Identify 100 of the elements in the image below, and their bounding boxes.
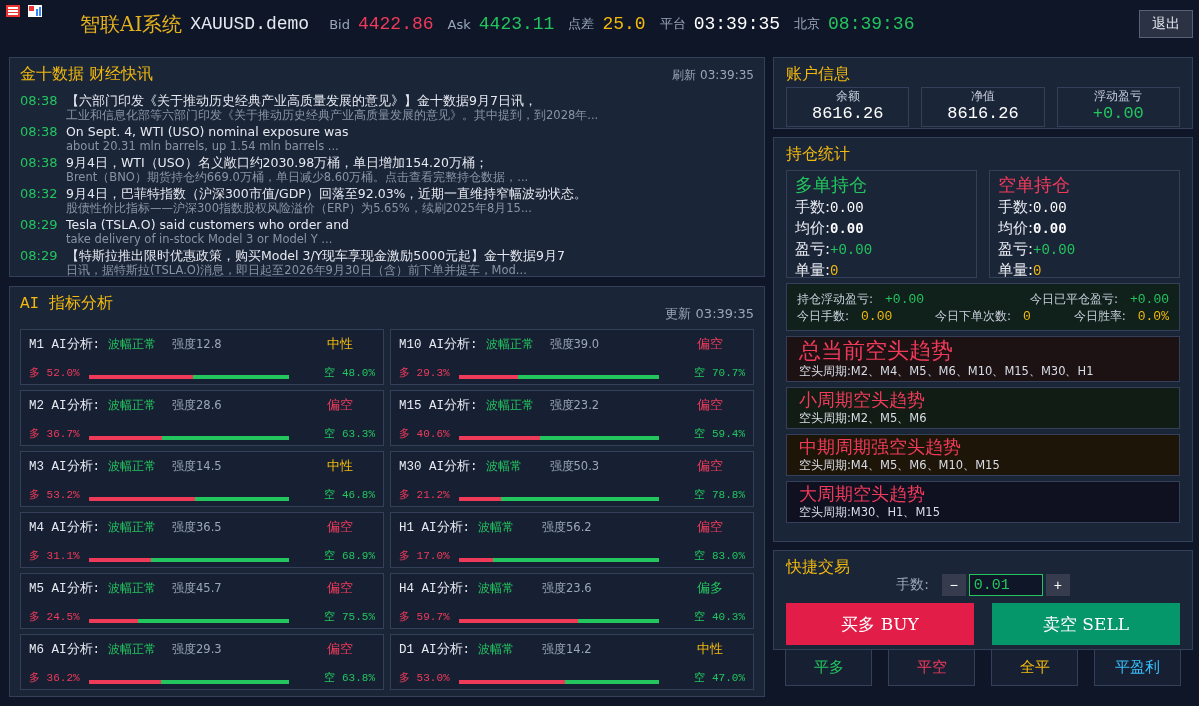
volatility-status: 波幅常 bbox=[478, 519, 515, 535]
news-time: 08:38 bbox=[20, 155, 58, 172]
short-percent: 空 63.3% bbox=[324, 426, 375, 441]
trend-periods: 空头周期:M2、M5、M6 bbox=[799, 411, 928, 426]
news-summary: take delivery of in-stock Model 3 or Model Y ... bbox=[66, 232, 334, 246]
position-value: 0 bbox=[830, 262, 839, 281]
close-position-button[interactable]: 平多 bbox=[785, 649, 872, 686]
panel-title: 金十数据 财经快讯 bbox=[20, 64, 154, 85]
close-position-button[interactable]: 平空 bbox=[888, 649, 975, 686]
timeframe-label: D1 AI分析: bbox=[399, 641, 470, 658]
account-value: +0.00 bbox=[1092, 105, 1144, 123]
volatility-status: 波幅正常 bbox=[485, 397, 535, 413]
close-position-button[interactable]: 平盈利 bbox=[1094, 649, 1181, 686]
strength-value: 强度39.0 bbox=[549, 336, 600, 352]
quote-value: 03:39:35 bbox=[693, 14, 781, 34]
bias-label: 偏空 bbox=[327, 579, 353, 597]
position-value: 0.00 bbox=[1033, 220, 1067, 239]
volatility-status: 波幅正常 bbox=[108, 397, 157, 413]
strength-value: 强度56.2 bbox=[542, 519, 592, 535]
lots-input[interactable]: 0.01 bbox=[968, 574, 1043, 596]
strength-value: 强度29.3 bbox=[172, 641, 222, 657]
long-percent: 多 21.2% bbox=[399, 487, 451, 502]
close-position-button[interactable]: 全平 bbox=[991, 649, 1078, 686]
stat-value: 0 bbox=[1023, 309, 1031, 324]
bias-label: 偏空 bbox=[697, 396, 723, 414]
account-label: 净值 bbox=[971, 88, 995, 105]
bias-label: 偏空 bbox=[697, 457, 723, 475]
stat-value: +0.00 bbox=[885, 292, 925, 307]
app-title: 智联AI系统 bbox=[80, 10, 183, 38]
bias-label: 偏空 bbox=[697, 335, 723, 353]
timeframe-label: M3 AI分析: bbox=[29, 458, 100, 475]
strength-value: 强度14.5 bbox=[172, 458, 222, 474]
news-headline[interactable]: Tesla (TSLA.O) said customers who order and bbox=[66, 217, 349, 232]
refresh-time: 刷新 03:39:35 bbox=[672, 67, 754, 84]
timeframe-label: H4 AI分析: bbox=[399, 580, 470, 597]
news-headline[interactable]: 【特斯拉推出限时优惠政策，购买Model 3/Y现车享现金激励5000元起】金十数据9月7 bbox=[66, 248, 566, 263]
position-title: 多单持仓 bbox=[795, 173, 868, 197]
decrease-button[interactable]: − bbox=[941, 574, 966, 596]
panel-title: 账户信息 bbox=[786, 64, 851, 85]
position-label: 均价: bbox=[998, 218, 1034, 238]
trend-periods: 空头周期:M2、M4、M5、M6、M10、M15、M30、H1 bbox=[799, 364, 1095, 379]
trend-periods: 空头周期:M30、H1、M15 bbox=[799, 505, 941, 520]
timeframe-label: M2 AI分析: bbox=[29, 397, 100, 414]
stat-label: 今日下单次数: bbox=[935, 308, 1012, 325]
trend-title: 大周期空头趋势 bbox=[799, 483, 926, 505]
news-time: 08:29 bbox=[20, 217, 58, 234]
quote-label: Bid bbox=[329, 16, 350, 32]
short-percent: 空 78.8% bbox=[694, 487, 745, 502]
position-value: 0.00 bbox=[1033, 199, 1067, 218]
account-label: 余额 bbox=[835, 88, 860, 105]
short-percent: 空 40.3% bbox=[694, 609, 745, 624]
quote-value: 4423.11 bbox=[478, 14, 555, 34]
long-percent: 多 36.2% bbox=[29, 670, 81, 685]
long-percent: 多 52.0% bbox=[29, 365, 81, 380]
position-label: 单量: bbox=[795, 260, 831, 280]
position-title: 空单持仓 bbox=[998, 173, 1071, 197]
account-value: 8616.26 bbox=[811, 105, 884, 123]
timeframe-label: M6 AI分析: bbox=[29, 641, 100, 658]
position-value: +0.00 bbox=[1033, 241, 1076, 260]
stat-value: +0.00 bbox=[1130, 292, 1169, 307]
quote-value: 25.0 bbox=[602, 14, 646, 34]
volatility-status: 波幅正常 bbox=[108, 580, 157, 596]
logout-button[interactable]: 退出 bbox=[1139, 10, 1193, 38]
update-time: 更新 03:39:35 bbox=[665, 305, 754, 323]
position-value: 0 bbox=[1033, 262, 1042, 281]
stat-label: 今日胜率: bbox=[1073, 308, 1126, 325]
news-time: 08:38 bbox=[20, 124, 58, 141]
news-headline[interactable]: 9月4日，巴菲特指数（沪深300市值/GDP）回落至92.03%，近期一直维持窄幅波动状态。 bbox=[66, 186, 588, 201]
news-summary: 日讯，据特斯拉(TSLA.O)消息，即日起至2026年9月30日（含）前下单并提车，Mod... bbox=[66, 263, 528, 277]
short-percent: 空 48.0% bbox=[324, 365, 375, 380]
quote-label: 北京 bbox=[794, 15, 821, 33]
chart-icon[interactable] bbox=[28, 5, 42, 17]
account-value: 8616.26 bbox=[947, 105, 1019, 123]
volatility-status: 波幅常 bbox=[478, 580, 515, 596]
trend-title: 小周期空头趋势 bbox=[799, 389, 926, 411]
news-time: 08:32 bbox=[20, 186, 58, 203]
strength-value: 强度45.7 bbox=[172, 580, 222, 596]
bias-label: 偏空 bbox=[697, 518, 723, 536]
timeframe-label: M1 AI分析: bbox=[29, 336, 100, 353]
increase-button[interactable]: + bbox=[1045, 574, 1070, 596]
volatility-status: 波幅正常 bbox=[108, 458, 157, 474]
sell-button[interactable]: 卖空 SELL bbox=[992, 603, 1180, 645]
timeframe-label: M15 AI分析: bbox=[399, 397, 478, 414]
panel-title: AI 指标分析 bbox=[20, 294, 113, 314]
table-icon[interactable] bbox=[6, 5, 20, 17]
news-headline[interactable]: 9月4日，WTI（USO）名义敞口约2030.98万桶，单日增加154.20万桶； bbox=[66, 155, 529, 170]
news-time: 08:29 bbox=[20, 248, 58, 265]
short-percent: 空 63.8% bbox=[324, 670, 375, 685]
timeframe-label: M30 AI分析: bbox=[399, 458, 478, 475]
trend-title: 总当前空头趋势 bbox=[799, 338, 954, 364]
buy-button[interactable]: 买多 BUY bbox=[786, 603, 974, 645]
timeframe-label: M10 AI分析: bbox=[399, 336, 478, 353]
quote-label: 平台 bbox=[659, 15, 686, 33]
news-headline[interactable]: 【六部门印发《关于推动历史经典产业高质量发展的意见》】金十数据9月7日讯， bbox=[66, 93, 599, 108]
long-percent: 多 59.7% bbox=[399, 609, 451, 624]
news-headline[interactable]: On Sept. 4, WTI (USO) nominal exposure was bbox=[66, 124, 349, 139]
strength-value: 强度50.3 bbox=[549, 458, 600, 474]
stat-label: 持仓浮动盈亏: bbox=[797, 291, 874, 308]
short-percent: 空 75.5% bbox=[324, 609, 375, 624]
timeframe-label: M5 AI分析: bbox=[29, 580, 100, 597]
